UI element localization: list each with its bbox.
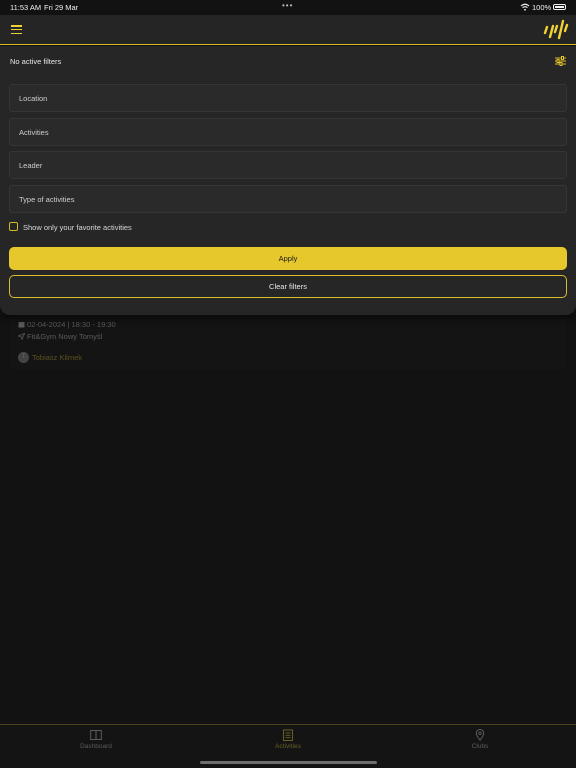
tab-clubs-label: Clubs bbox=[471, 743, 489, 750]
leader-placeholder: Leader bbox=[19, 161, 43, 170]
apply-button[interactable]: Apply bbox=[9, 247, 567, 270]
battery-percentage: 100% bbox=[532, 3, 552, 12]
filter-status: No active filters bbox=[10, 57, 62, 66]
calendar-icon bbox=[18, 322, 25, 328]
activity-type-placeholder: Type of activities bbox=[19, 195, 75, 204]
status-date: Fri 29 Mar bbox=[44, 3, 79, 12]
tab-activities-label: Activities bbox=[275, 743, 301, 750]
map-pin-icon bbox=[475, 729, 485, 741]
wifi-icon bbox=[520, 3, 530, 11]
activities-field[interactable]: Activities bbox=[9, 118, 567, 146]
tab-dashboard[interactable]: Dashboard bbox=[46, 729, 146, 750]
top-app-bar bbox=[0, 15, 576, 45]
status-bar: 11:53 AM Fri 29 Mar ••• 100% bbox=[0, 0, 576, 15]
filter-sliders-icon[interactable] bbox=[555, 56, 566, 66]
brand-logo-icon bbox=[543, 19, 569, 40]
activity-location-row: Fit&Gym Nowy Tomyśl bbox=[18, 332, 102, 341]
leader-field[interactable]: Leader bbox=[9, 151, 567, 179]
leader-avatar: T bbox=[18, 352, 29, 363]
activity-datetime-row: 02-04-2024 | 18:30 - 19:30 bbox=[18, 320, 116, 329]
filter-panel: No active filters Location Activities Le… bbox=[0, 46, 576, 315]
multitasking-dots-icon[interactable]: ••• bbox=[282, 1, 293, 10]
battery-icon bbox=[553, 4, 566, 10]
hamburger-menu-icon[interactable] bbox=[11, 25, 22, 35]
tab-clubs[interactable]: Clubs bbox=[430, 729, 530, 750]
bottom-navigation: Dashboard Activities Clubs bbox=[0, 724, 576, 768]
activity-location: Fit&Gym Nowy Tomyśl bbox=[27, 332, 103, 341]
activity-datetime: 02-04-2024 | 18:30 - 19:30 bbox=[27, 320, 116, 329]
calendar-icon bbox=[283, 729, 293, 741]
activity-type-field[interactable]: Type of activities bbox=[9, 185, 567, 213]
navigation-arrow-icon bbox=[18, 333, 25, 340]
book-icon bbox=[90, 730, 102, 740]
favorites-label[interactable]: Show only your favorite activities bbox=[23, 223, 132, 232]
status-time: 11:53 AM bbox=[10, 3, 42, 12]
activities-placeholder: Activities bbox=[19, 128, 49, 137]
tab-dashboard-label: Dashboard bbox=[80, 743, 112, 750]
home-indicator[interactable] bbox=[200, 761, 377, 764]
leader-name-link[interactable]: Tobiasz Klimek bbox=[32, 353, 82, 362]
tab-activities[interactable]: Activities bbox=[238, 729, 338, 750]
clear-filters-button[interactable]: Clear filters bbox=[9, 275, 567, 298]
location-placeholder: Location bbox=[19, 94, 48, 103]
favorites-checkbox[interactable] bbox=[9, 222, 18, 231]
location-field[interactable]: Location bbox=[9, 84, 567, 112]
